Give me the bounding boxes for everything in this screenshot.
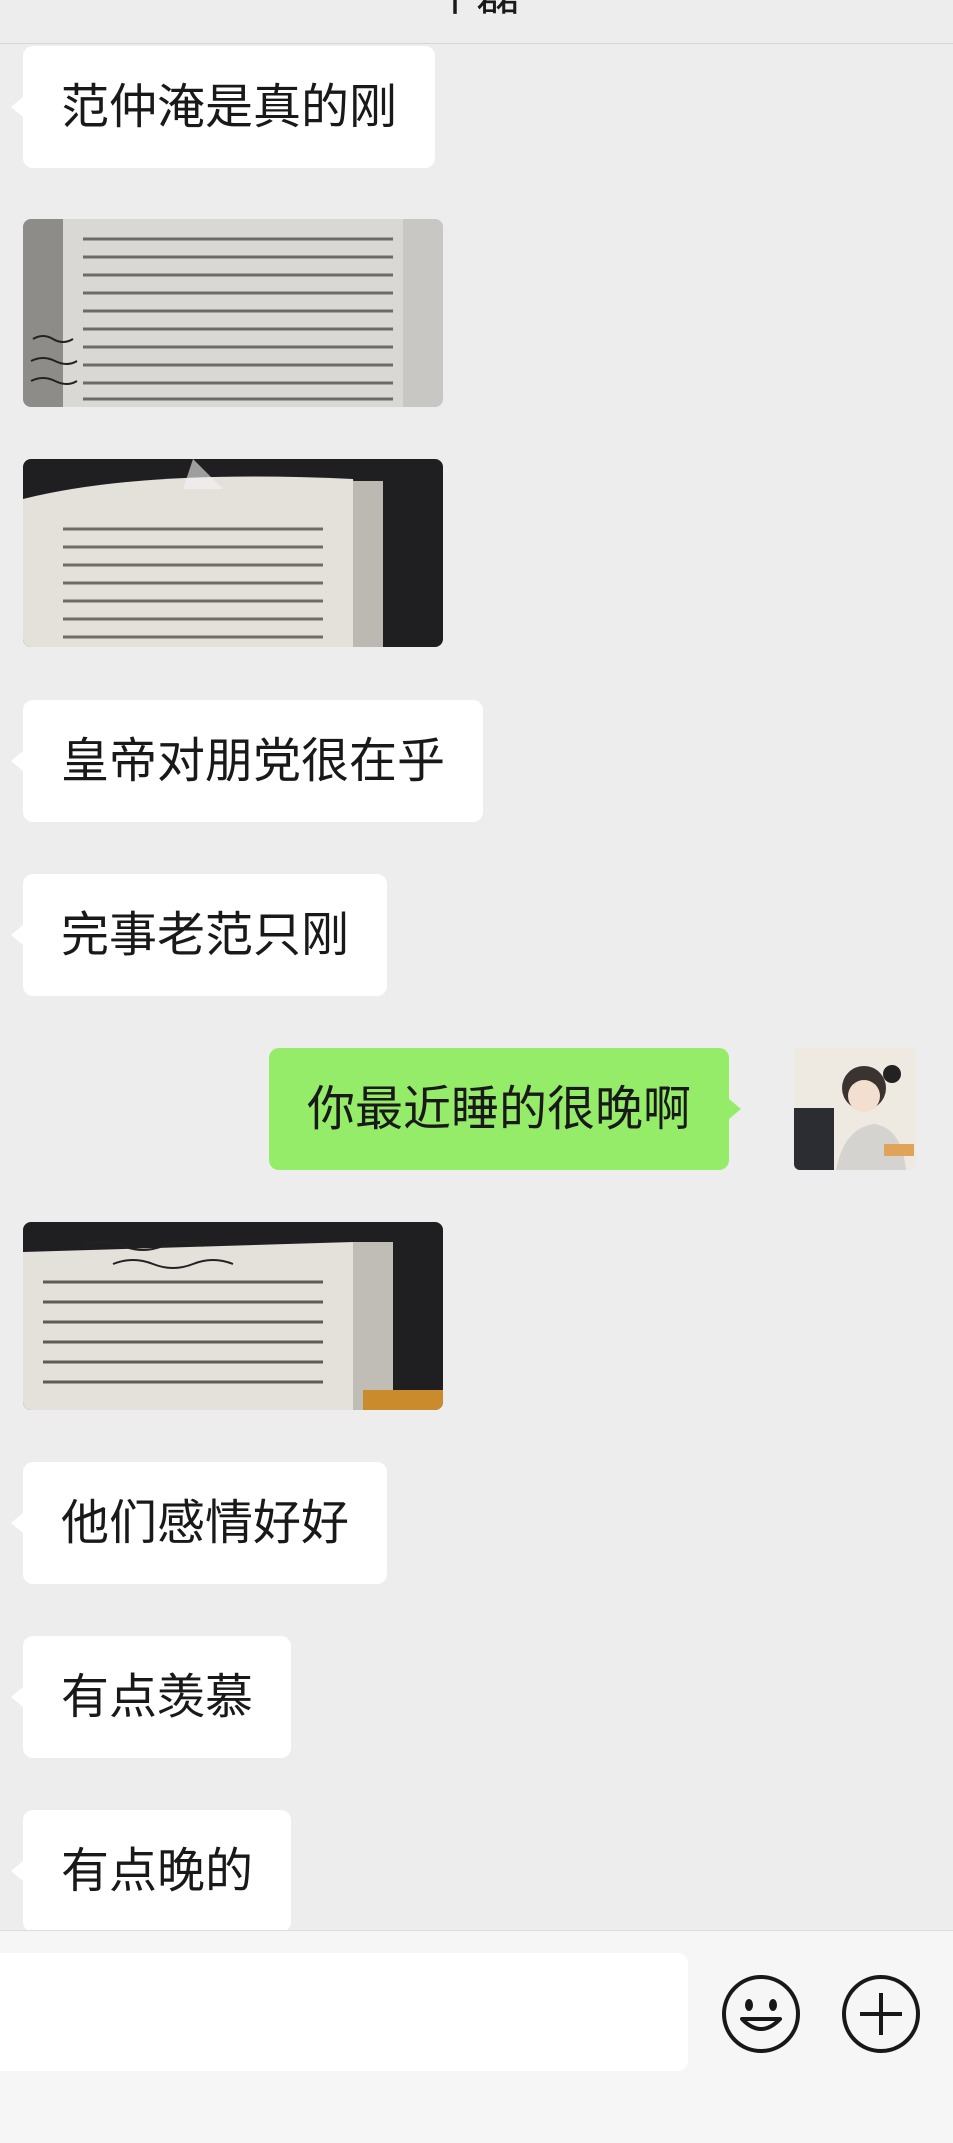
message-input[interactable] [0,1953,688,2071]
book-photo-icon [23,1222,443,1410]
message-bubble-received[interactable]: 他们感情好好 [10,1462,388,1584]
chat-screen: 牛磊 范仲淹是真的刚 [0,0,953,2143]
message-bubble-received[interactable]: 有点晚的 [10,1810,292,1932]
plus-button[interactable] [840,1973,922,2055]
image-message[interactable] [23,459,443,647]
input-bar [0,1930,953,2143]
message-bubble-received[interactable]: 完事老范只刚 [10,874,388,996]
chat-header: 牛磊 [0,0,953,44]
image-message[interactable] [23,219,443,407]
image-message[interactable] [23,1222,443,1410]
emoji-icon [722,1975,800,2053]
emoji-button[interactable] [720,1973,802,2055]
book-photo-icon [23,219,443,407]
message-bubble-received[interactable]: 皇帝对朋党很在乎 [10,700,484,822]
message-bubble-received[interactable]: 有点羡慕 [10,1636,292,1758]
avatar[interactable] [794,1048,916,1170]
message-bubble-sent[interactable]: 你最近睡的很晚啊 [269,1048,742,1170]
avatar-icon [794,1048,916,1170]
plus-icon [842,1975,920,2053]
chat-title: 牛磊 [0,0,953,18]
message-bubble-received[interactable]: 范仲淹是真的刚 [10,46,436,168]
book-photo-icon [23,459,443,647]
